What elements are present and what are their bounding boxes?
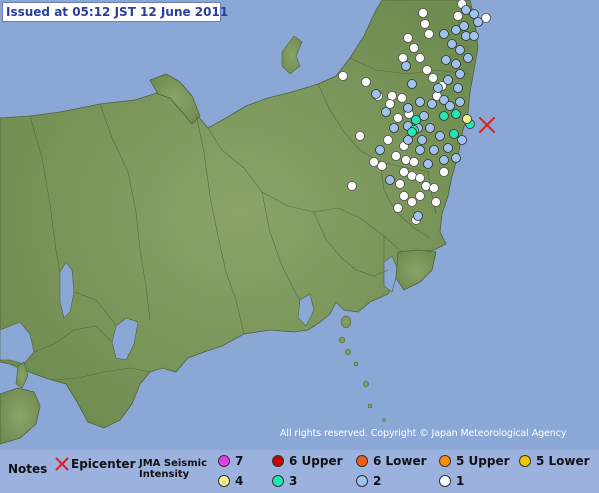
intensity-4-label: 4: [235, 474, 244, 488]
epicenter-icon: [55, 457, 69, 471]
intensity-6-lower-dot: [356, 455, 368, 467]
jma-intensity-label: JMA Seismic Intensity: [139, 458, 207, 480]
japan-map: [0, 0, 599, 450]
intensity-2-dot: [356, 475, 368, 487]
intensity-5-upper-label: 5 Upper: [456, 454, 510, 468]
legend-bar: Notes Epicenter JMA Seismic Intensity 7 …: [0, 450, 599, 493]
seismic-intensity-map-page: Issued at 05:12 JST 12 June 2011 All rig…: [0, 0, 599, 493]
notes-label: Notes: [8, 462, 48, 476]
intensity-6-upper-label: 6 Upper: [289, 454, 343, 468]
intensity-3-dot: [272, 475, 284, 487]
intensity-1-dot: [439, 475, 451, 487]
intensity-5-upper-dot: [439, 455, 451, 467]
epicenter-label: Epicenter: [71, 457, 136, 471]
copyright-notice: All rights reserved. Copyright © Japan M…: [280, 428, 567, 439]
jma-label-line1: JMA Seismic: [139, 458, 208, 469]
intensity-7-dot: [218, 455, 230, 467]
intensity-1-label: 1: [456, 474, 465, 488]
intensity-5-lower-label: 5 Lower: [536, 454, 590, 468]
intensity-4-markers: [462, 114, 472, 124]
intensity-2-label: 2: [373, 474, 382, 488]
intensity-5-lower-dot: [519, 455, 531, 467]
intensity-3-label: 3: [289, 474, 298, 488]
intensity-4-dot: [218, 475, 230, 487]
intensity-6-upper-dot: [272, 455, 284, 467]
issued-timestamp: Issued at 05:12 JST 12 June 2011: [2, 2, 228, 22]
intensity-6-lower-label: 6 Lower: [373, 454, 427, 468]
jma-label-line2: Intensity: [139, 469, 190, 480]
intensity-7-label: 7: [235, 454, 244, 468]
